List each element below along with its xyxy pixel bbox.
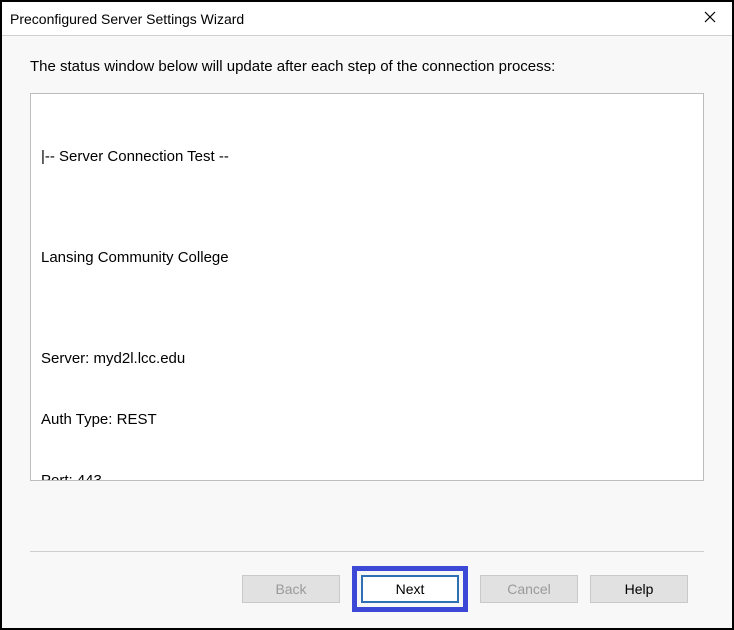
status-line: Server: myd2l.lcc.edu — [41, 349, 693, 369]
back-button[interactable]: Back — [242, 575, 340, 603]
spacer — [30, 481, 704, 551]
next-button[interactable]: Next — [361, 575, 459, 603]
status-line: Lansing Community College — [41, 248, 693, 268]
help-button[interactable]: Help — [590, 575, 688, 603]
button-row: Back Next Cancel Help — [30, 552, 704, 628]
status-line: |-- Server Connection Test -- — [41, 147, 693, 167]
close-button[interactable] — [688, 2, 732, 36]
window-title: Preconfigured Server Settings Wizard — [10, 11, 244, 27]
close-icon — [704, 10, 716, 28]
status-line: Auth Type: REST — [41, 410, 693, 430]
wizard-content: The status window below will update afte… — [2, 36, 732, 628]
status-line: Port: 443 — [41, 471, 693, 482]
next-highlight: Next — [352, 566, 468, 612]
status-output[interactable]: |-- Server Connection Test -- Lansing Co… — [30, 93, 704, 481]
cancel-button[interactable]: Cancel — [480, 575, 578, 603]
titlebar: Preconfigured Server Settings Wizard — [2, 2, 732, 36]
intro-text: The status window below will update afte… — [30, 58, 704, 75]
